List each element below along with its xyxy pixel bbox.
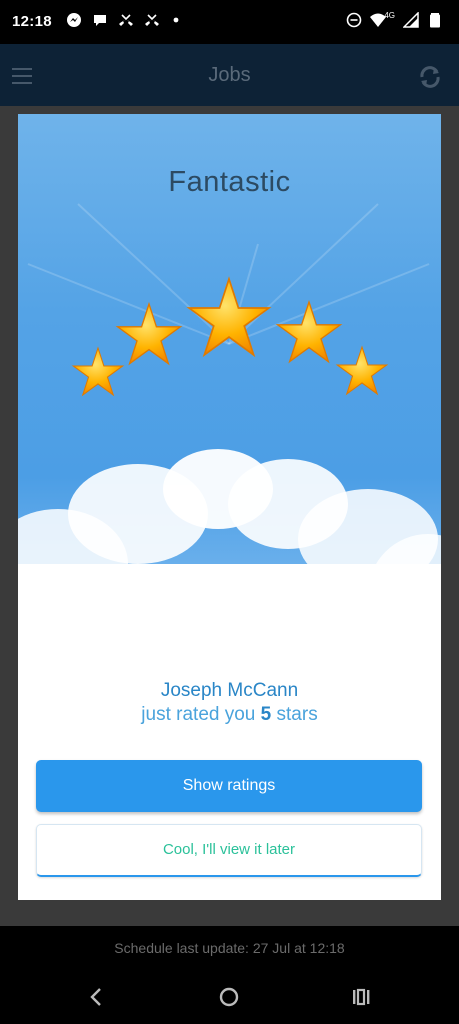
rated-prefix: just rated you — [141, 704, 256, 725]
notification-icons — [66, 12, 186, 28]
star-icon-4 — [278, 302, 341, 362]
refresh-icon[interactable] — [415, 62, 445, 92]
dot-icon — [173, 17, 179, 23]
system-nav-bar — [0, 970, 459, 1024]
star-icon-5 — [337, 347, 386, 394]
messenger-icon — [67, 13, 81, 27]
system-icons: 4G — [346, 10, 443, 28]
dialog-title: Fantastic — [168, 166, 291, 198]
recents-icon[interactable] — [348, 984, 374, 1010]
page-title: Jobs — [208, 64, 251, 86]
battery-icon — [430, 13, 440, 28]
show-ratings-button[interactable]: Show ratings — [36, 760, 422, 812]
rating-message: just rated you 5 stars — [18, 704, 441, 726]
star-icon-1 — [73, 348, 122, 395]
chat-bubble-icon — [94, 15, 106, 26]
do-not-disturb-icon — [347, 12, 362, 28]
view-later-button[interactable]: Cool, I'll view it later — [36, 824, 422, 877]
app-bar: Jobs — [0, 44, 459, 106]
missed-call-icon — [145, 14, 159, 26]
rating-stars — [27, 203, 430, 434]
rated-count: 5 — [260, 704, 272, 725]
rating-dialog: Fantastic Joseph McCann just rated you 5… — [18, 114, 441, 900]
back-icon[interactable] — [84, 984, 110, 1010]
status-bar: 12:18 4G — [0, 0, 459, 44]
schedule-update-text: Schedule last update: 27 Jul at 12:18 — [0, 926, 459, 970]
missed-call-icon — [119, 14, 133, 26]
rated-suffix: stars — [276, 704, 318, 725]
home-icon[interactable] — [216, 984, 242, 1010]
star-icon-2 — [118, 304, 181, 364]
signal-icon — [403, 12, 419, 28]
clock: 12:18 — [12, 13, 52, 30]
rater-name: Joseph McCann — [160, 680, 299, 701]
network-type-label: 4G — [384, 10, 395, 20]
